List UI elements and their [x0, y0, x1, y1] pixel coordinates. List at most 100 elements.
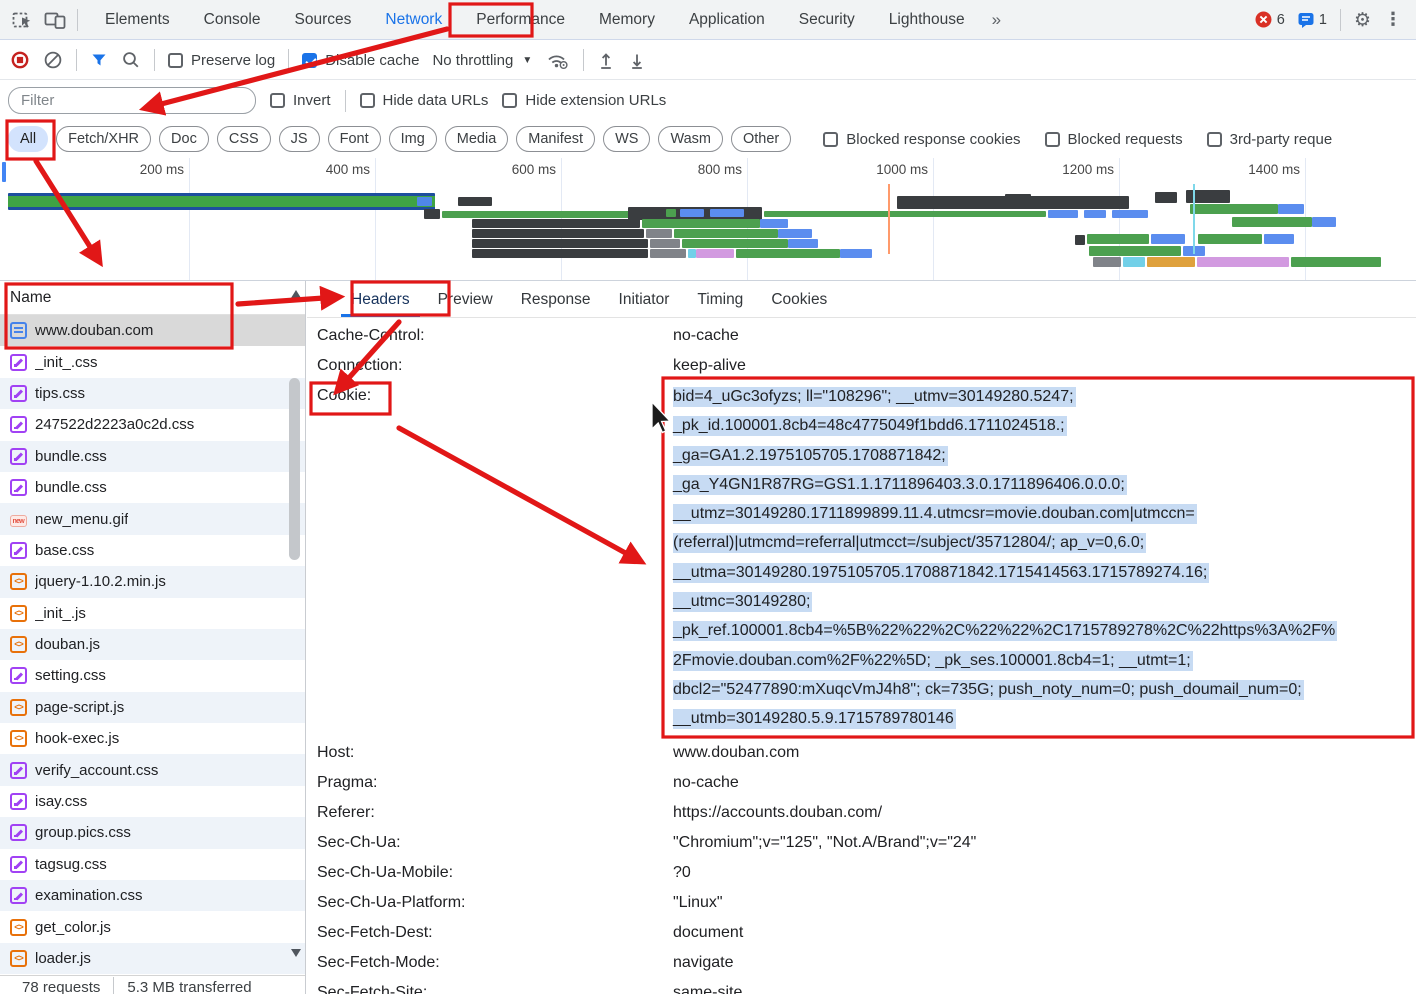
- header-value: no-cache: [673, 768, 1416, 798]
- cookie-line: dbcl2="52477890:mXuqcVmJ4h8"; ck=735G; p…: [673, 675, 1416, 704]
- panel-tab[interactable]: Lighthouse: [872, 1, 982, 39]
- scrollbar-down-icon[interactable]: [291, 949, 301, 957]
- request-row[interactable]: _init_.css: [0, 346, 306, 377]
- request-row[interactable]: 247522d2223a0c2d.css: [0, 409, 306, 440]
- panel-tab[interactable]: Elements: [88, 1, 187, 39]
- filter-checkbox[interactable]: Blocked response cookies: [823, 131, 1020, 148]
- panel-tab[interactable]: Security: [782, 1, 872, 39]
- export-har-icon[interactable]: [628, 50, 646, 70]
- panel-tab[interactable]: Console: [187, 1, 278, 39]
- checkbox-unchecked[interactable]: [360, 93, 375, 108]
- request-name: tips.css: [35, 385, 85, 402]
- filter-checkbox[interactable]: 3rd-party reque: [1207, 131, 1333, 148]
- close-icon[interactable]: ×: [315, 289, 337, 309]
- panel-tab[interactable]: Sources: [278, 1, 369, 39]
- header-key: Pragma:: [317, 768, 673, 798]
- type-filter-chip[interactable]: WS: [603, 126, 650, 152]
- file-type-icon: [10, 730, 27, 747]
- request-name: bundle.css: [35, 448, 107, 465]
- request-row[interactable]: bundle.css: [0, 472, 306, 503]
- network-conditions-icon[interactable]: [545, 50, 570, 70]
- checkbox-unchecked[interactable]: [1207, 132, 1222, 147]
- type-filter-chip[interactable]: Font: [328, 126, 381, 152]
- tick-label: 800 ms: [698, 162, 742, 177]
- filter-funnel-icon[interactable]: [90, 51, 108, 69]
- invert-checkbox[interactable]: Invert: [270, 92, 331, 109]
- issues-badge[interactable]: 1: [1298, 12, 1327, 28]
- type-filter-chip[interactable]: All: [8, 126, 48, 152]
- type-filter-chip[interactable]: Wasm: [658, 126, 723, 152]
- panel-tab[interactable]: Performance: [459, 1, 582, 39]
- request-row[interactable]: jquery-1.10.2.min.js: [0, 566, 306, 597]
- request-row[interactable]: tagsug.css: [0, 849, 306, 880]
- inspect-element-icon[interactable]: [12, 10, 34, 30]
- request-row[interactable]: examination.css: [0, 880, 306, 911]
- header-row: Sec-Ch-Ua: "Chromium";v="125", "Not.A/Br…: [307, 828, 1416, 858]
- checkbox-unchecked[interactable]: [168, 53, 183, 68]
- header-key: Cache-Control:: [317, 321, 673, 351]
- request-row[interactable]: douban.js: [0, 629, 306, 660]
- device-toolbar-icon[interactable]: [44, 10, 67, 30]
- request-row[interactable]: _init_.js: [0, 598, 306, 629]
- panel-tab[interactable]: Application: [672, 1, 782, 39]
- checkbox-checked[interactable]: [302, 53, 317, 68]
- hide-extension-urls-checkbox[interactable]: Hide extension URLs: [502, 92, 666, 109]
- console-errors-badge[interactable]: 6: [1255, 11, 1285, 28]
- details-tab[interactable]: Initiator: [605, 283, 684, 316]
- checkbox-unchecked[interactable]: [502, 93, 517, 108]
- request-row[interactable]: isay.css: [0, 786, 306, 817]
- type-filter-chip[interactable]: Doc: [159, 126, 209, 152]
- checkbox-unchecked[interactable]: [1045, 132, 1060, 147]
- type-filter-chip[interactable]: Other: [731, 126, 791, 152]
- checkbox-unchecked[interactable]: [823, 132, 838, 147]
- type-filter-chip[interactable]: Manifest: [516, 126, 595, 152]
- request-row[interactable]: loader.js: [0, 943, 306, 974]
- request-row[interactable]: get_color.js: [0, 911, 306, 942]
- panel-tab[interactable]: Memory: [582, 1, 672, 39]
- header-row: Connection: keep-alive: [307, 351, 1416, 381]
- request-row[interactable]: setting.css: [0, 660, 306, 691]
- request-name: douban.js: [35, 636, 100, 653]
- scrollbar-up-icon[interactable]: [291, 290, 301, 298]
- type-filter-chip[interactable]: Media: [445, 126, 509, 152]
- settings-gear-icon[interactable]: ⚙: [1354, 9, 1371, 31]
- request-row[interactable]: www.douban.com: [0, 315, 306, 346]
- details-tab[interactable]: Timing: [683, 283, 757, 316]
- customize-menu-icon[interactable]: ⋮: [1384, 9, 1402, 30]
- request-row[interactable]: group.pics.css: [0, 817, 306, 848]
- more-tabs-icon[interactable]: »: [982, 10, 1011, 30]
- request-row[interactable]: new_menu.gif: [0, 503, 306, 534]
- record-network-log-icon[interactable]: [10, 50, 30, 70]
- request-row[interactable]: bundle.css: [0, 441, 306, 472]
- network-overview-timeline[interactable]: 200 ms400 ms600 ms800 ms1000 ms1200 ms14…: [0, 158, 1416, 281]
- filter-checkbox[interactable]: Blocked requests: [1045, 131, 1183, 148]
- hide-data-urls-checkbox[interactable]: Hide data URLs: [360, 92, 489, 109]
- type-filter-chip[interactable]: Fetch/XHR: [56, 126, 151, 152]
- search-icon[interactable]: [121, 50, 141, 70]
- cookie-value[interactable]: bid=4_uGc3ofyzs; ll="108296"; __utmv=301…: [673, 381, 1416, 734]
- checkbox-unchecked[interactable]: [270, 93, 285, 108]
- request-list-panel: Name www.douban.com _init_.css tips.css …: [0, 281, 306, 994]
- type-filter-chip[interactable]: CSS: [217, 126, 271, 152]
- details-tab[interactable]: Response: [507, 283, 605, 316]
- details-tab[interactable]: Headers: [337, 283, 424, 316]
- name-column-header[interactable]: Name: [0, 281, 305, 315]
- request-row[interactable]: verify_account.css: [0, 754, 306, 785]
- filter-input[interactable]: [8, 87, 256, 114]
- details-tab[interactable]: Preview: [424, 283, 507, 316]
- type-filter-chip[interactable]: JS: [279, 126, 320, 152]
- file-type-icon: [10, 824, 27, 841]
- request-row[interactable]: hook-exec.js: [0, 723, 306, 754]
- preserve-log-checkbox[interactable]: Preserve log: [168, 52, 275, 69]
- type-filter-chip[interactable]: Img: [389, 126, 437, 152]
- panel-tab[interactable]: Network: [368, 1, 459, 39]
- scrollbar-thumb[interactable]: [289, 378, 300, 560]
- throttling-dropdown[interactable]: No throttling ▼: [432, 52, 532, 69]
- request-row[interactable]: page-script.js: [0, 692, 306, 723]
- request-row[interactable]: base.css: [0, 535, 306, 566]
- clear-network-log-icon[interactable]: [43, 50, 63, 70]
- request-row[interactable]: tips.css: [0, 378, 306, 409]
- import-har-icon[interactable]: [597, 50, 615, 70]
- details-tab[interactable]: Cookies: [757, 283, 841, 316]
- disable-cache-checkbox[interactable]: Disable cache: [302, 52, 419, 69]
